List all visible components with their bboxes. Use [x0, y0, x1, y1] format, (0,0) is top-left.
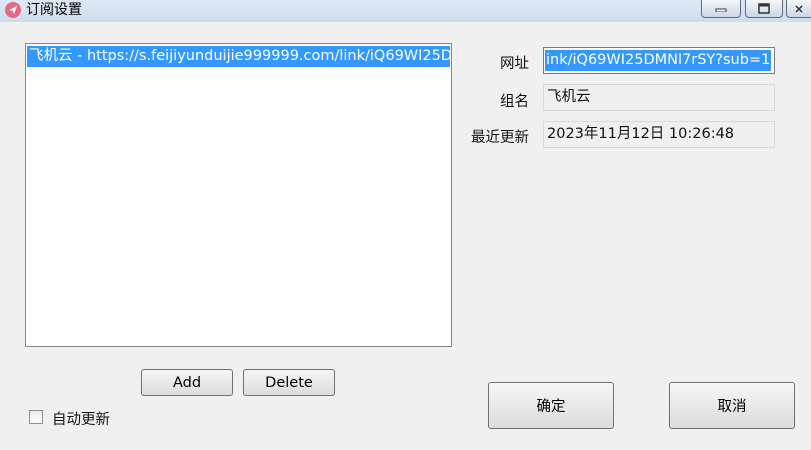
close-button[interactable]: [786, 0, 811, 18]
group-name-field: 飞机云: [543, 84, 775, 111]
minimize-button[interactable]: [701, 0, 741, 18]
url-input[interactable]: ink/iQ69WI25DMNl7rSY?sub=1: [543, 47, 775, 74]
title-bar[interactable]: 订阅设置: [0, 0, 811, 22]
last-updated-field: 2023年11月12日 10:26:48: [543, 121, 775, 148]
ok-button[interactable]: 确定: [488, 382, 614, 429]
maximize-icon: [758, 3, 770, 14]
auto-update-checkbox[interactable]: [29, 410, 43, 424]
url-label: 网址: [500, 56, 529, 72]
paper-plane-icon: [9, 6, 17, 14]
app-icon: [5, 2, 21, 18]
delete-button[interactable]: Delete: [243, 369, 335, 396]
group-label: 组名: [500, 94, 529, 110]
url-input-selected-text: ink/iQ69WI25DMNl7rSY?sub=1: [545, 50, 772, 71]
close-icon: [795, 4, 803, 13]
subscription-list-item[interactable]: 飞机云 - https://s.feijiyunduijie999999.com…: [27, 46, 450, 67]
window-title: 订阅设置: [26, 2, 82, 18]
subscription-list[interactable]: 飞机云 - https://s.feijiyunduijie999999.com…: [25, 43, 452, 347]
cancel-button[interactable]: 取消: [669, 382, 795, 429]
minimize-icon: [715, 8, 727, 12]
last-updated-label: 最近更新: [471, 130, 529, 146]
add-button[interactable]: Add: [141, 369, 233, 396]
auto-update-label[interactable]: 自动更新: [52, 408, 110, 429]
maximize-button[interactable]: [745, 0, 783, 18]
